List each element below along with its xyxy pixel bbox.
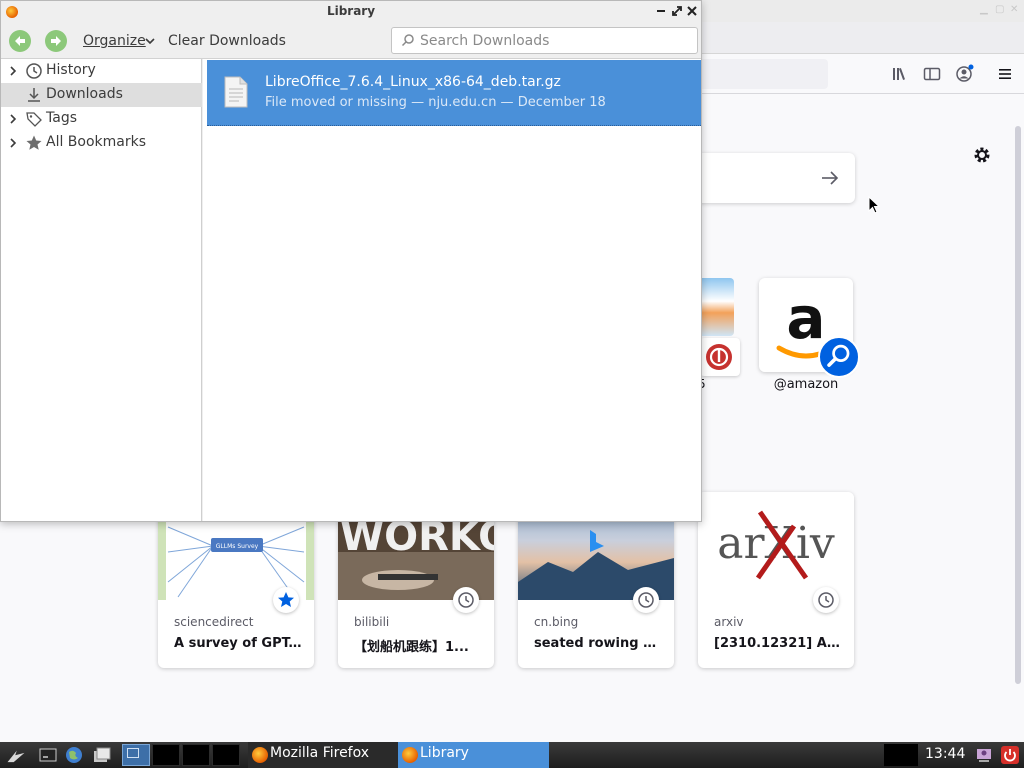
maximize-icon[interactable]: ▢ xyxy=(995,4,1004,15)
sidebar-item-label: All Bookmarks xyxy=(46,134,147,150)
card-thumb-text: arXiv xyxy=(717,518,835,569)
card-title: seated rowing t... xyxy=(534,636,662,651)
firefox-icon xyxy=(402,747,418,763)
scrollbar[interactable] xyxy=(1015,126,1021,684)
gear-icon[interactable] xyxy=(971,144,993,166)
library-sidebar: History Downloads Tags All Bookmarks xyxy=(1,59,202,521)
back-button[interactable] xyxy=(9,30,31,52)
search-icon xyxy=(401,34,414,47)
bookmark-badge xyxy=(273,587,299,613)
organize-button[interactable]: Organize xyxy=(83,33,146,49)
chevron-right-icon[interactable] xyxy=(8,114,18,124)
history-badge xyxy=(813,587,839,613)
top-site-favicon xyxy=(700,338,740,376)
task-label: Mozilla Firefox xyxy=(270,745,370,761)
forward-button[interactable] xyxy=(45,30,67,52)
workspace-2[interactable] xyxy=(152,744,180,766)
tag-icon xyxy=(26,112,42,127)
download-filename: LibreOffice_7.6.4_Linux_x86-64_deb.tar.g… xyxy=(265,74,561,90)
menu-icon[interactable] xyxy=(995,64,1015,84)
sidebar-item-label: Downloads xyxy=(46,86,123,102)
taskbar: Mozilla Firefox Library 13:44 xyxy=(0,742,1024,768)
sidebar-item-downloads[interactable]: Downloads xyxy=(1,83,202,107)
workspace-1[interactable] xyxy=(122,744,150,766)
task-firefox[interactable]: Mozilla Firefox xyxy=(248,742,398,768)
maximize-icon[interactable] xyxy=(670,4,684,18)
search-shortcut-icon xyxy=(818,336,860,378)
sidebar-item-label: History xyxy=(46,62,96,78)
system-tray xyxy=(884,744,918,766)
chevron-down-icon[interactable] xyxy=(145,37,155,45)
history-badge xyxy=(633,587,659,613)
chevron-right-icon[interactable] xyxy=(8,138,18,148)
star-icon xyxy=(26,135,42,150)
browser-globe-icon[interactable] xyxy=(64,745,84,765)
search-downloads-input[interactable] xyxy=(391,27,698,54)
arrow-right-icon xyxy=(51,36,61,46)
task-label: Library xyxy=(420,745,469,761)
svg-text:a: a xyxy=(786,284,825,352)
card-title: 【划船机跟练】1... xyxy=(354,640,469,655)
chevron-right-icon[interactable] xyxy=(8,66,18,76)
account-icon[interactable] xyxy=(954,64,974,84)
top-site-thumbnail xyxy=(700,278,734,336)
bing-logo-icon xyxy=(590,530,604,552)
bookmark-star-icon xyxy=(278,592,294,607)
clear-downloads-button[interactable]: Clear Downloads xyxy=(168,33,286,49)
library-toolbar: Organize Clear Downloads xyxy=(1,23,701,59)
task-library[interactable]: Library xyxy=(398,742,549,768)
card-thumbnail: arXiv xyxy=(698,492,854,600)
close-icon[interactable] xyxy=(685,4,699,18)
history-clock-icon xyxy=(638,592,654,608)
history-clock-icon xyxy=(458,592,474,608)
sidebar-item-all-bookmarks[interactable]: All Bookmarks xyxy=(1,131,202,155)
history-badge xyxy=(453,587,479,613)
minimize-icon[interactable]: ▁ xyxy=(980,4,988,15)
close-icon[interactable]: ✕ xyxy=(1010,4,1018,15)
mouse-cursor-icon xyxy=(868,196,880,214)
workspace-3[interactable] xyxy=(182,744,210,766)
card-thumb-text: GLLMs Survey xyxy=(216,543,259,550)
sidebar-item-label: Tags xyxy=(46,110,77,126)
download-icon xyxy=(28,88,40,102)
firefox-icon xyxy=(252,747,268,763)
library-titlebar[interactable]: Library xyxy=(1,1,701,23)
arrow-right-icon[interactable] xyxy=(819,167,841,189)
sidebar-item-history[interactable]: History xyxy=(1,59,202,83)
railway-logo-icon xyxy=(706,344,732,370)
user-switch-icon[interactable] xyxy=(974,745,994,765)
downloads-list: LibreOffice_7.6.4_Linux_x86-64_deb.tar.g… xyxy=(203,59,701,521)
file-icon xyxy=(224,76,248,108)
download-item[interactable]: LibreOffice_7.6.4_Linux_x86-64_deb.tar.g… xyxy=(207,60,701,126)
start-menu-icon[interactable] xyxy=(6,746,26,766)
arrow-left-icon xyxy=(15,36,25,46)
library-icon[interactable] xyxy=(890,64,910,84)
top-site-tile[interactable] xyxy=(700,278,740,378)
history-clock-icon xyxy=(818,592,834,608)
card-title: A survey of GPT... xyxy=(174,636,302,651)
sidebar-icon[interactable] xyxy=(922,64,942,84)
download-status: File moved or missing — nju.edu.cn — Dec… xyxy=(265,95,606,110)
card-site: arxiv xyxy=(714,615,744,629)
card-site: sciencedirect xyxy=(174,615,254,629)
highlight-card[interactable]: arXiv arxiv [2310.12321] A ... xyxy=(698,492,854,668)
terminal-icon[interactable] xyxy=(38,745,58,765)
sidebar-item-tags[interactable]: Tags xyxy=(1,107,202,131)
card-site: bilibili xyxy=(354,615,390,629)
card-title: [2310.12321] A ... xyxy=(714,636,842,651)
clock-icon xyxy=(26,63,42,79)
card-site: cn.bing xyxy=(534,615,579,629)
library-window: Library Organize Clear Downloads Search … xyxy=(0,0,702,522)
window-title: Library xyxy=(326,4,376,18)
clock: 13:44 xyxy=(925,746,966,762)
top-site-label: @amazon xyxy=(773,377,839,392)
workspace-4[interactable] xyxy=(212,744,240,766)
minimize-icon[interactable] xyxy=(654,4,668,18)
file-manager-icon[interactable] xyxy=(92,745,112,765)
power-icon[interactable] xyxy=(1000,745,1020,765)
